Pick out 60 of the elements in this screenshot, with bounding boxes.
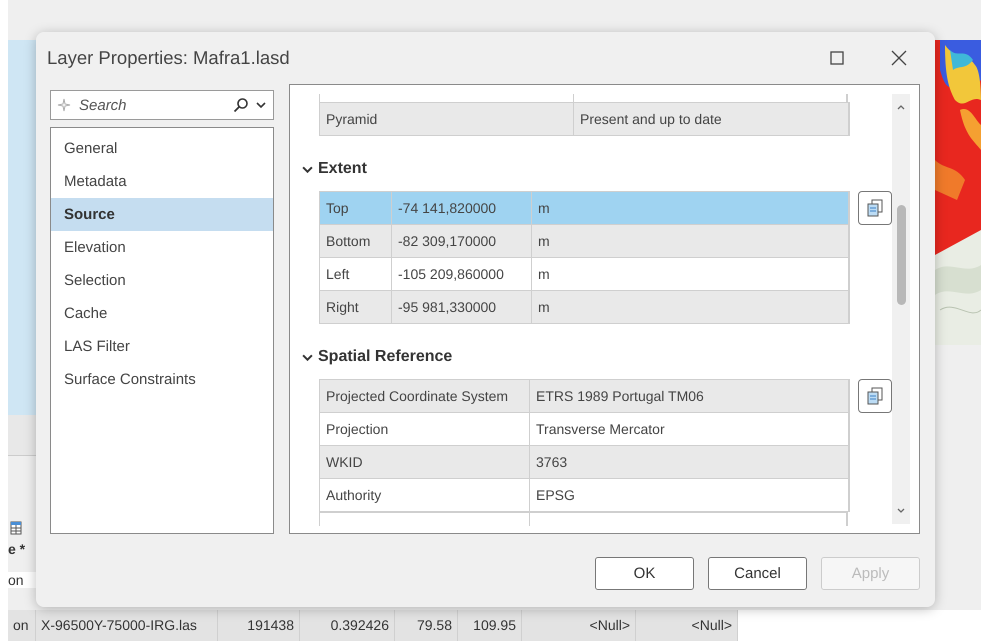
copy-icon [865,386,885,406]
property-value: 3763 [530,445,849,478]
chevron-down-icon[interactable] [302,352,313,362]
copy-icon [865,198,885,218]
close-icon [891,50,907,66]
property-value: Present and up to date [574,102,849,135]
property-value: EPSG [530,478,849,511]
property-value: Transverse Mercator [530,412,849,445]
table-cell: <Null> [522,610,636,641]
window-title: Layer Properties: Mafra1.lasd [47,47,291,69]
table-icon [10,521,22,535]
table-cell: <Null> [636,610,738,641]
nav-item[interactable]: Metadata [51,165,273,198]
nav-item[interactable]: General [51,132,273,165]
property-value: m [532,257,849,290]
property-value: m [532,290,849,323]
property-value: -82 309,170000 [392,224,532,257]
maximize-icon [830,51,844,65]
table-cell: on [8,572,36,588]
table-cell: 79.58 [395,610,458,641]
table-cell: 191438 [218,610,300,641]
nav-item[interactable]: LAS Filter [51,330,273,363]
property-name: Left [320,257,392,290]
nav-item[interactable]: Elevation [51,231,273,264]
dialog-button[interactable]: Cancel [708,557,807,590]
section-title[interactable]: Extent [318,160,367,178]
table-cell: on [8,610,36,641]
scrollbar-thumb[interactable] [897,205,906,305]
property-name: Projection [320,412,530,445]
dialog-button[interactable]: OK [595,557,694,590]
table-cell: 0.392426 [300,610,395,641]
property-value: m [532,224,849,257]
property-value: -105 209,860000 [392,257,532,290]
property-name: Pyramid [320,102,574,135]
copy-button[interactable] [858,191,892,225]
nav-item[interactable]: Surface Constraints [51,363,273,396]
property-name: Authority [320,478,530,511]
property-name: Bottom [320,224,392,257]
nav-item[interactable]: Source [51,198,273,231]
table-cell: 109.95 [458,610,522,641]
property-name: Top [320,191,392,224]
table-cell: X-96500Y-75000-IRG.las [36,610,218,641]
property-name: Projected Coordinate System [320,379,530,412]
search-field[interactable]: Search [50,90,274,120]
property-value: -74 141,820000 [392,191,532,224]
property-name: Right [320,290,392,323]
sparkle-icon [57,98,71,112]
copy-button[interactable] [858,379,892,413]
scrollbar[interactable] [892,94,910,524]
nav-item[interactable]: Cache [51,297,273,330]
chevron-down-icon[interactable] [302,164,313,174]
property-name: WKID [320,445,530,478]
column-header: e * [8,541,26,557]
property-value: m [532,191,849,224]
nav-item[interactable]: Selection [51,264,273,297]
search-input[interactable]: Search [77,96,227,114]
property-value: ETRS 1989 Portugal TM06 [530,379,849,412]
property-value: -95 981,330000 [392,290,532,323]
section-title[interactable]: Spatial Reference [318,348,452,366]
search-icon[interactable] [233,97,249,113]
